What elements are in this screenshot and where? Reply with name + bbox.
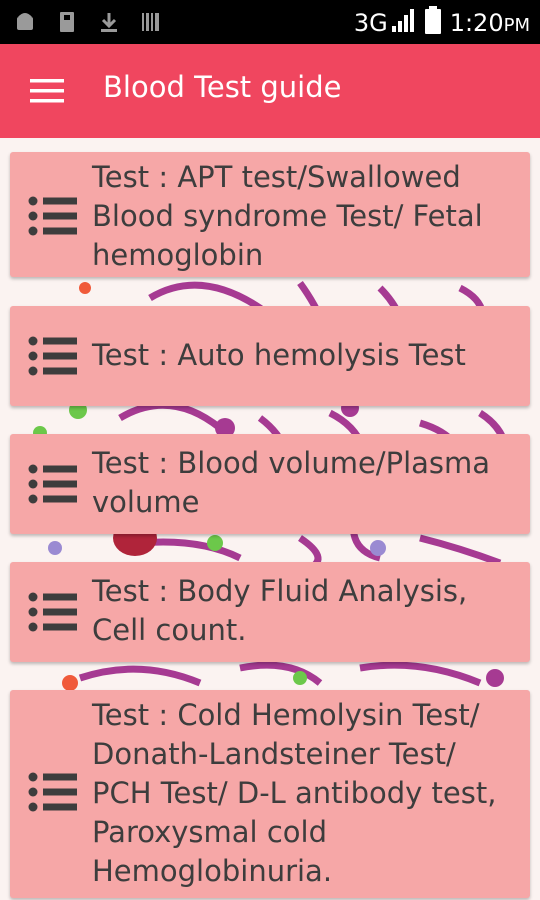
list-icon xyxy=(28,592,77,632)
test-list[interactable]: Test : APT test/Swallowed Blood syndrome… xyxy=(0,138,540,900)
status-bar: 3G 1:20PM xyxy=(0,0,540,44)
app-title: Blood Test guide xyxy=(103,70,342,104)
app-bar: Blood Test guide xyxy=(0,44,540,138)
notification-icons xyxy=(14,9,162,35)
menu-button[interactable] xyxy=(22,68,72,114)
list-item-label: Test : Cold Hemolysin Test/ Donath-Lands… xyxy=(92,698,497,888)
clock: 1:20PM xyxy=(449,9,530,37)
list-icon xyxy=(28,464,77,504)
list-item-test[interactable]: Test : Body Fluid Analysis, Cell count. xyxy=(10,562,530,662)
list-item-test[interactable]: Test : Auto hemolysis Test xyxy=(10,306,530,406)
list-item-label: Test : APT test/Swallowed Blood syndrome… xyxy=(92,160,483,272)
list-item-test[interactable]: Test : Cold Hemolysin Test/ Donath-Lands… xyxy=(10,690,530,898)
list-icon xyxy=(28,196,77,236)
android-icon xyxy=(14,9,36,35)
usb-icon xyxy=(56,9,78,35)
list-item-test[interactable]: Test : APT test/Swallowed Blood syndrome… xyxy=(10,152,530,277)
list-icon xyxy=(28,772,77,812)
list-item-label: Test : Blood volume/Plasma volume xyxy=(92,446,491,519)
list-item-label: Test : Body Fluid Analysis, Cell count. xyxy=(92,574,468,647)
list-item-test[interactable]: Test : Blood volume/Plasma volume xyxy=(10,434,530,534)
network-type: 3G xyxy=(353,9,388,37)
download-icon xyxy=(98,9,120,35)
list-icon xyxy=(28,336,77,376)
list-item-label: Test : Auto hemolysis Test xyxy=(92,338,466,372)
battery-icon xyxy=(424,5,442,41)
signal-icon xyxy=(390,6,416,40)
barcode-icon xyxy=(140,9,162,35)
hamburger-menu-icon xyxy=(30,79,64,103)
